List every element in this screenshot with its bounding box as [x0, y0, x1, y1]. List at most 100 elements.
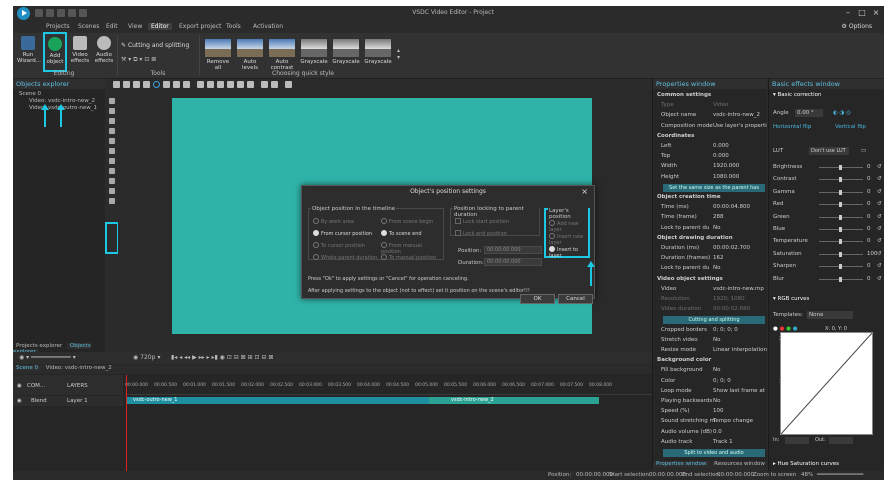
property-value[interactable]: Linear interpolation: [713, 346, 767, 354]
property-row[interactable]: Playing backwards No: [653, 397, 768, 405]
cutting-splitting-button[interactable]: ✎ Cutting and splitting: [121, 42, 189, 49]
open-icon[interactable]: [46, 9, 54, 17]
angle-input[interactable]: 0.00 °: [795, 109, 823, 117]
zoom-slider[interactable]: ━━━━━━━━━━━━━━: [817, 472, 863, 478]
effect-slider[interactable]: [819, 165, 863, 170]
radio-insert-to-layer[interactable]: Insert to layer: [549, 246, 588, 259]
property-row[interactable]: Fill background No: [653, 366, 768, 374]
property-value[interactable]: 1920; 1080: [713, 295, 767, 303]
delete-icon[interactable]: [143, 81, 150, 88]
property-section[interactable]: Coordinates: [653, 132, 768, 140]
align-right-icon[interactable]: [217, 81, 224, 88]
options-button[interactable]: ⚙ Options: [842, 23, 872, 30]
templates-select[interactable]: None: [807, 311, 853, 319]
property-value[interactable]: 1080.000: [713, 173, 767, 181]
redo-icon[interactable]: [173, 81, 180, 88]
reset-icon[interactable]: ↺: [877, 188, 882, 197]
run-wizard-button[interactable]: Run Wizard...: [17, 33, 41, 64]
radio-to-cursor[interactable]: To cursor position: [313, 242, 365, 249]
align-top-icon[interactable]: [227, 81, 234, 88]
clip-outro[interactable]: vsdc-outro-new_1: [127, 397, 429, 404]
property-section[interactable]: Object drawing duration: [653, 234, 768, 242]
slider-knob[interactable]: [839, 189, 842, 195]
undo-icon[interactable]: [68, 9, 76, 17]
slider-knob[interactable]: [839, 239, 842, 245]
property-section[interactable]: Common settings: [653, 91, 768, 99]
effect-slider[interactable]: [819, 227, 863, 232]
menu-editor[interactable]: Editor: [148, 23, 172, 30]
dialog-close-icon[interactable]: ×: [581, 187, 588, 196]
video-effects-button[interactable]: Video effects: [69, 33, 91, 64]
property-value[interactable]: 288: [713, 213, 767, 221]
transport-buttons[interactable]: ▮◂ ◂ ◂◂ ▶ ▸▸ ▸ ▸▮ ◉ ⊡ ⊟ ⊠ ⊞ ⊡ ⊟ ⊠: [171, 354, 273, 361]
slider-knob[interactable]: [839, 177, 842, 183]
property-row[interactable]: Type Video: [653, 101, 768, 109]
tools-row[interactable]: ⚒ ▾ ⧉ ▾ ⊡ ⊠: [121, 56, 156, 64]
property-value[interactable]: Use layer's properties: [713, 122, 767, 130]
tree-scene[interactable]: Scene 0: [19, 91, 105, 98]
property-value[interactable]: 00:00:04.800: [713, 203, 767, 211]
property-value[interactable]: No: [713, 336, 767, 344]
property-row[interactable]: Audio volume (dB) 0.0: [653, 428, 768, 436]
distribute-vertical-icon[interactable]: [271, 81, 278, 88]
property-button[interactable]: Cutting and splitting: [663, 316, 765, 325]
grid-icon[interactable]: [285, 81, 292, 88]
property-row[interactable]: Duration (ms) 00:00:02.700: [653, 244, 768, 252]
rectangle-icon[interactable]: [109, 118, 115, 124]
undo-icon[interactable]: [163, 81, 170, 88]
align-center-icon[interactable]: [207, 81, 214, 88]
property-row[interactable]: Cropped borders 0; 0; 0; 0: [653, 326, 768, 334]
property-button[interactable]: Set the same size as the parent has: [663, 183, 765, 192]
slider-knob[interactable]: [839, 165, 842, 170]
property-value[interactable]: 00:00:02.700: [713, 244, 767, 252]
property-row[interactable]: Time (frame) 288: [653, 213, 768, 221]
reset-icon[interactable]: ↺: [877, 250, 882, 259]
reset-icon[interactable]: ↺: [877, 275, 882, 284]
playback-controls[interactable]: ◉ ▾ ━━━━━━━━━━━ ▾: [19, 354, 76, 361]
radio-insert-new-layer[interactable]: Insert new layer: [549, 233, 588, 246]
property-row[interactable]: Color 0; 0; 0: [653, 377, 768, 385]
position-input[interactable]: 00:00:00.000: [484, 246, 542, 254]
video-icon[interactable]: [109, 168, 115, 174]
distribute-icon[interactable]: [261, 81, 268, 88]
tab-resources-window[interactable]: Resources window: [711, 461, 768, 467]
property-row[interactable]: Video duration 00:00:02.680: [653, 305, 768, 313]
paste-icon[interactable]: [133, 81, 140, 88]
property-value[interactable]: 0.000: [713, 152, 767, 160]
style-auto-contrast[interactable]: Auto contrast: [267, 37, 297, 71]
save-icon[interactable]: [57, 9, 65, 17]
effect-slider[interactable]: [819, 202, 863, 208]
property-row[interactable]: Audio track Track 1: [653, 438, 768, 446]
rotate-buttons[interactable]: ◐ ◑ ◎: [833, 109, 851, 118]
subtitle-icon[interactable]: [109, 148, 115, 154]
clip-intro[interactable]: vsdc-intro-new_2: [429, 397, 599, 404]
reset-icon[interactable]: ↺: [877, 225, 882, 234]
effect-slider[interactable]: [819, 276, 863, 282]
horizontal-flip-checkbox[interactable]: Horizontal flip: [773, 124, 811, 130]
property-row[interactable]: Sound stretching m Tempo change: [653, 417, 768, 425]
align-middle-icon[interactable]: [237, 81, 244, 88]
slider-knob[interactable]: [839, 202, 842, 208]
cancel-button[interactable]: Cancel: [558, 294, 593, 304]
cut-icon[interactable]: [113, 81, 120, 88]
property-section[interactable]: Background color: [653, 356, 768, 364]
out-input[interactable]: [829, 437, 853, 444]
property-row[interactable]: Height 1080.000: [653, 173, 768, 181]
duration-input[interactable]: 00:00:00.000: [484, 258, 542, 266]
minimize-icon[interactable]: –: [842, 8, 854, 18]
property-row[interactable]: Loop mode Show last frame at the: [653, 387, 768, 395]
rotate-icon[interactable]: [183, 81, 190, 88]
property-value[interactable]: No: [713, 397, 767, 405]
menu-view[interactable]: View: [125, 23, 145, 30]
menu-scenes[interactable]: Scenes: [75, 23, 102, 30]
menu-tools[interactable]: Tools: [223, 23, 244, 30]
in-input[interactable]: [785, 437, 809, 444]
radio-to-scene-end[interactable]: To scene end: [381, 230, 422, 237]
slider-knob[interactable]: [839, 227, 842, 232]
property-value[interactable]: Video: [713, 101, 767, 109]
radio-whole-parent[interactable]: Whole parent duration: [313, 254, 377, 261]
resolution-select[interactable]: ◉ 720p ▾: [133, 354, 160, 361]
ok-button[interactable]: OK: [520, 294, 555, 304]
reset-icon[interactable]: ↺: [877, 175, 882, 184]
white-channel-icon[interactable]: ●: [773, 326, 778, 332]
